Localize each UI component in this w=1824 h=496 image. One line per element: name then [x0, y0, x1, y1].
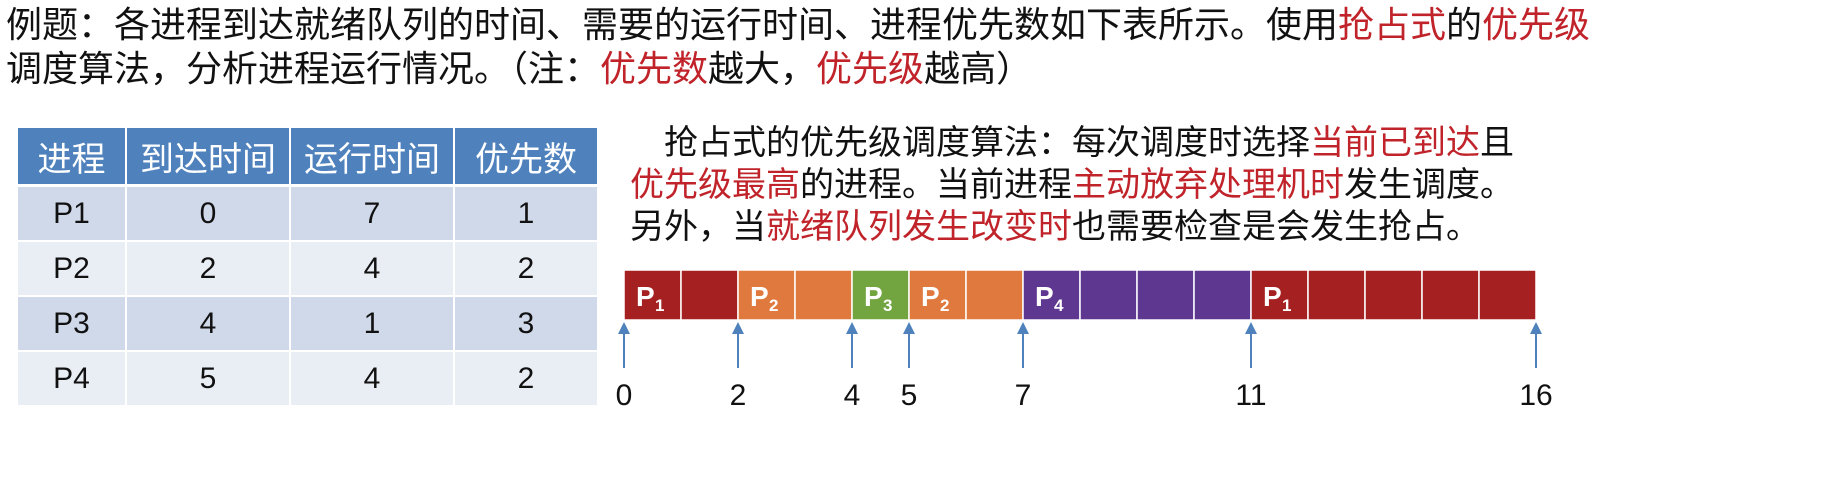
tick-arrow-head — [903, 322, 915, 334]
gantt-time-cell — [794, 269, 853, 321]
tick-arrow-head — [1017, 322, 1029, 334]
tick-label: 7 — [1015, 379, 1032, 412]
gantt-process-subscript: 3 — [883, 296, 892, 315]
tick-label: 5 — [901, 379, 918, 412]
gantt-process-subscript: 2 — [769, 296, 778, 315]
gantt-time-cell — [1421, 269, 1480, 321]
tick-label: 11 — [1235, 379, 1266, 412]
tick-arrow-head — [1245, 322, 1257, 334]
gantt-time-cell — [1079, 269, 1138, 321]
gantt-process-label: P — [864, 281, 883, 312]
gantt-time-cell — [1193, 269, 1252, 321]
gantt-process-label: P — [750, 281, 769, 312]
gantt-time-cell — [1136, 269, 1195, 321]
gantt-process-subscript: 1 — [655, 296, 664, 315]
gantt-time-cell — [1478, 269, 1537, 321]
tick-arrow-head — [618, 322, 630, 334]
gantt-time-cell — [1307, 269, 1366, 321]
gantt-time-cell — [1364, 269, 1423, 321]
tick-label: 4 — [844, 379, 861, 412]
gantt-process-subscript: 1 — [1282, 296, 1291, 315]
tick-label: 0 — [616, 379, 633, 412]
gantt-process-label: P — [1263, 281, 1282, 312]
gantt-process-subscript: 4 — [1054, 296, 1064, 315]
gantt-time-cell — [680, 269, 739, 321]
gantt-process-label: P — [636, 281, 655, 312]
tick-arrow-head — [732, 322, 744, 334]
gantt-process-subscript: 2 — [940, 296, 949, 315]
gantt-process-label: P — [1035, 281, 1054, 312]
tick-label: 2 — [730, 379, 747, 412]
gantt-time-cell — [965, 269, 1024, 321]
gantt-chart: P 1 P 2 P 3 P 2 P 4 P 10 2 4 5 7 11 16 — [616, 269, 1553, 412]
tick-label: 16 — [1519, 379, 1552, 412]
tick-arrow-head — [846, 322, 858, 334]
tick-arrow-head — [1530, 322, 1542, 334]
gantt-process-label: P — [921, 281, 940, 312]
